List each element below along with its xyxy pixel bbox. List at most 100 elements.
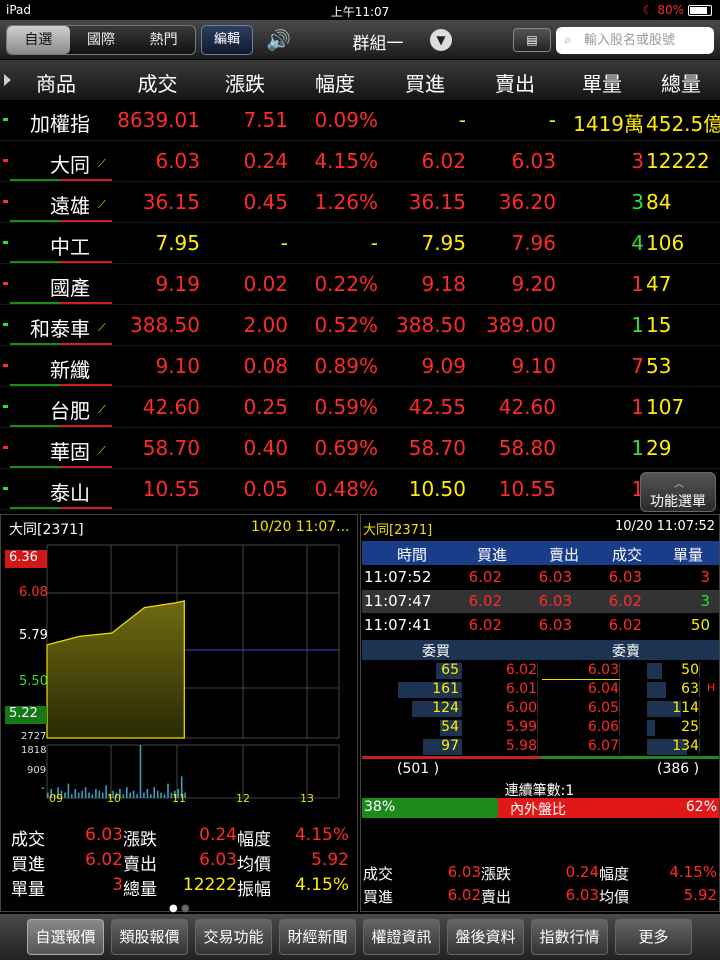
cell-price: 42.60	[142, 395, 200, 419]
cell-ask: 7.96	[511, 231, 556, 255]
quote-row[interactable]: 泰山10.550.050.48%10.5010.55110	[0, 469, 720, 510]
quote-row[interactable]: 國產 9.19 0.02 0.22% 9.18 9.20 1 47	[0, 264, 720, 305]
volume-bar-sell	[60, 425, 112, 427]
tab-international[interactable]: 國際	[70, 26, 133, 54]
volume-bar	[95, 789, 97, 798]
quote-row[interactable]: 新纖 9.10 0.08 0.89% 9.09 9.10 7 53	[0, 346, 720, 387]
col-vol[interactable]: 單量	[562, 68, 642, 97]
ratio-right: 62%	[685, 799, 717, 815]
sparkline-icon: ⟋	[98, 198, 106, 211]
cell-vol: 4	[631, 231, 644, 255]
tab-warrants[interactable]: 權證資訊	[363, 919, 440, 955]
tab-popular[interactable]: 熱門	[132, 26, 195, 54]
ob-ask_qty: 134	[644, 738, 700, 754]
search-input[interactable]: ⌕ 輸入股名或股號	[556, 27, 714, 54]
tab-more[interactable]: 更多	[615, 919, 692, 955]
cell-pct: 4.15%	[314, 149, 378, 173]
cell-price: 8639.01	[117, 108, 200, 132]
ob-bid: 6.01	[462, 681, 538, 697]
cell-pct: 0.69%	[314, 436, 378, 460]
volume-bar	[136, 794, 138, 798]
low-price-label: 5.22	[5, 706, 47, 724]
quote-row[interactable]: 台肥 ⟋ 42.60 0.25 0.59% 42.55 42.60 1 107	[0, 387, 720, 428]
col-ask[interactable]: 賣出	[470, 68, 560, 97]
order-book-row: 161 6.01 6.04 63	[362, 681, 719, 699]
tab-trading[interactable]: 交易功能	[195, 919, 272, 955]
col-change[interactable]: 漲跌	[200, 68, 290, 97]
volume-bar	[64, 792, 66, 798]
trend-marker	[3, 159, 8, 162]
stat-label: 買進	[11, 855, 45, 875]
volume-bar-sell	[60, 343, 112, 345]
moon-icon: ☾	[642, 3, 654, 17]
col-bid[interactable]: 買進	[380, 68, 470, 97]
stock-name: 國產	[50, 276, 90, 300]
tick-cell: 11:07:41	[364, 616, 432, 634]
quote-row[interactable]: 華固 ⟋ 58.70 0.40 0.69% 58.70 58.80 1 29	[0, 428, 720, 469]
ob-bid: 6.00	[462, 700, 538, 716]
cell-change: 0.40	[243, 436, 288, 460]
trend-marker	[3, 282, 8, 285]
trend-marker	[3, 405, 8, 408]
tab-after-hours[interactable]: 盤後資料	[447, 919, 524, 955]
stock-name: 華固	[50, 440, 90, 464]
tab-sector-quotes[interactable]: 類股報價	[111, 919, 188, 955]
cell-vol: 7	[631, 354, 644, 378]
tick-cell: 6.03	[538, 568, 572, 586]
ob-ask: 6.03	[542, 662, 620, 678]
volume-bar-sell	[60, 384, 112, 386]
vol-tick-0: 2727	[21, 731, 47, 742]
cell-change: 0.05	[243, 477, 288, 501]
limit-mark: H	[707, 681, 716, 694]
intraday-chart[interactable]	[1, 543, 359, 803]
volume-bar-buy	[10, 343, 60, 345]
cell-price: 388.50	[130, 313, 200, 337]
bid-ask-ratio-bar: 38% 內外盤比 62%	[362, 798, 719, 818]
stat-value: 4.15%	[294, 825, 349, 845]
book-icon[interactable]: ▤	[513, 28, 551, 52]
col-pct[interactable]: 幅度	[290, 68, 380, 97]
edit-button[interactable]: 編輯	[201, 25, 253, 55]
ob-bid_qty: 54	[382, 719, 460, 735]
stat-label: 均價	[599, 888, 630, 906]
tab-index[interactable]: 指數行情	[531, 919, 608, 955]
cell-ask: 9.20	[511, 272, 556, 296]
col-price[interactable]: 成交	[115, 68, 200, 97]
cell-ask: 9.10	[511, 354, 556, 378]
volume-bar-sell	[60, 220, 112, 222]
chart-time: 10/20 11:07...	[251, 519, 350, 535]
volume-bar-buy	[10, 220, 60, 222]
tick-cell: 50	[690, 616, 710, 634]
tab-watchlist[interactable]: 自選	[7, 26, 70, 54]
chart-stats-row2: 買進 6.02 賣出 6.03 均價 5.92	[1, 850, 359, 875]
cell-change: 0.25	[243, 395, 288, 419]
tick-col-vol: 單量	[672, 546, 703, 564]
ticks-title: 大同[2371]	[363, 523, 433, 538]
chevron-down-icon[interactable]: ▼	[430, 29, 452, 51]
ob-bid_qty: 65	[382, 662, 460, 678]
speaker-icon[interactable]: 🔊	[266, 28, 291, 52]
cell-bid: -	[458, 108, 466, 132]
volume-bar	[91, 794, 94, 798]
clock: 上午11:07	[330, 5, 390, 19]
tab-news[interactable]: 財經新聞	[279, 919, 356, 955]
cell-price: 7.95	[155, 231, 200, 255]
cell-ask: 36.20	[498, 190, 556, 214]
cell-ask: 10.55	[498, 477, 556, 501]
quote-row[interactable]: 遠雄 ⟋ 36.15 0.45 1.26% 36.15 36.20 3 84	[0, 182, 720, 223]
group-selector-label[interactable]: 群組一	[318, 29, 438, 54]
col-name[interactable]: 商品	[14, 68, 98, 97]
quote-row[interactable]: 中工 7.95 - - 7.95 7.96 4 106	[0, 223, 720, 264]
quote-row[interactable]: 和泰車 ⟋ 388.50 2.00 0.52% 388.50 389.00 1 15	[0, 305, 720, 346]
quote-row[interactable]: 加權指 8639.01 7.51 0.09% - -1419萬 452.5億	[0, 100, 720, 141]
expand-arrow-icon[interactable]	[4, 74, 11, 86]
ob-ask: 6.05	[542, 700, 620, 716]
cell-pct: 0.48%	[314, 477, 378, 501]
tab-watchlist-quotes[interactable]: 自選報價	[27, 919, 104, 955]
stat-label: 幅度	[599, 865, 630, 883]
col-total[interactable]: 總量	[642, 68, 720, 97]
function-menu-button[interactable]: ︿ 功能選單	[640, 472, 716, 512]
quote-row[interactable]: 大同 ⟋ 6.03 0.24 4.15% 6.02 6.03 3 12222	[0, 141, 720, 182]
stock-name: 台肥	[50, 399, 90, 423]
ticks-panel: 大同[2371] 10/20 11:07:52 時間 買進 賣出 成交 單量 1…	[360, 514, 720, 912]
